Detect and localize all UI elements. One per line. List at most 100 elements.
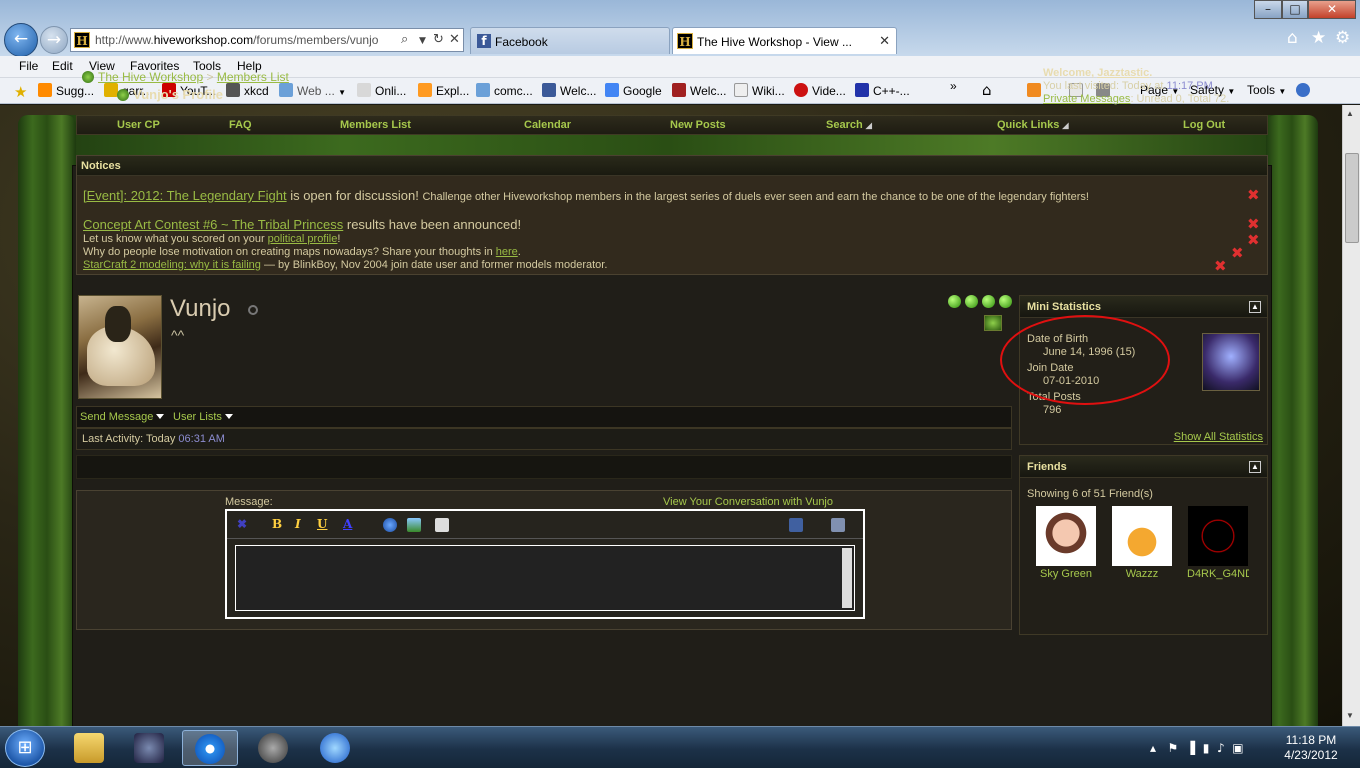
- private-messages-link[interactable]: Private Messages: [1043, 93, 1130, 105]
- favorites-star-icon[interactable]: ★: [1311, 28, 1326, 48]
- tab-hive-workshop[interactable]: H The Hive Workshop - View ... ✕: [672, 27, 897, 54]
- scroll-thumb[interactable]: [1345, 153, 1359, 243]
- taskbar-steam[interactable]: [246, 730, 302, 766]
- stop-icon[interactable]: ✕: [449, 32, 460, 47]
- forward-button[interactable]: →: [40, 26, 68, 54]
- insert-image-icon[interactable]: [407, 518, 421, 532]
- fav-item-cpp[interactable]: C++-...: [855, 83, 910, 98]
- system-clock[interactable]: 11:18 PM 4/23/2012: [1280, 733, 1342, 763]
- fav-item-welc-facebook[interactable]: Welc...: [542, 83, 596, 98]
- font-color-button[interactable]: A: [343, 517, 352, 531]
- dropdown-icon[interactable]: ▼: [419, 36, 426, 46]
- tab-facebook[interactable]: f Facebook: [470, 27, 670, 54]
- taskbar-itunes[interactable]: [308, 730, 364, 766]
- private-messages-status: : Unread 0, Total 72.: [1130, 93, 1230, 105]
- fav-item-comc[interactable]: comc...: [476, 83, 533, 98]
- nav-quick-links[interactable]: Quick Links ◢: [997, 119, 1069, 131]
- dismiss-notice-close-icon[interactable]: ✖: [1214, 257, 1227, 275]
- welcome-label: Welcome,: [1043, 67, 1098, 79]
- help-icon[interactable]: [1296, 83, 1314, 98]
- dismiss-notice-close-icon[interactable]: ✖: [1247, 186, 1260, 204]
- nav-faq[interactable]: FAQ: [229, 119, 252, 131]
- back-button[interactable]: ←: [4, 23, 38, 57]
- home-icon[interactable]: ⌂: [982, 81, 992, 99]
- breadcrumb-members-link[interactable]: Members List: [217, 70, 289, 84]
- nav-user-cp[interactable]: User CP: [117, 119, 160, 131]
- taskbar-warcraft[interactable]: [122, 730, 178, 766]
- user-lists-button[interactable]: User Lists: [173, 411, 233, 423]
- breadcrumb-home-link[interactable]: The Hive Workshop: [98, 70, 203, 84]
- view-conversation-link[interactable]: View Your Conversation with Vunjo: [663, 496, 833, 508]
- italic-button[interactable]: I: [295, 517, 301, 531]
- friend-item[interactable]: D4RK_G4ND4: [1187, 506, 1249, 580]
- switch-editor-icon[interactable]: [831, 518, 845, 532]
- minimize-button[interactable]: –: [1254, 0, 1282, 19]
- quote-icon[interactable]: [435, 518, 449, 532]
- collapse-icon[interactable]: ▲: [1249, 461, 1261, 473]
- collapse-icon[interactable]: ▲: [1249, 301, 1261, 313]
- address-bar[interactable]: H http://www.hiveworkshop.com/forums/mem…: [70, 28, 464, 52]
- maximize-button[interactable]: □: [1282, 0, 1308, 19]
- underline-button[interactable]: U: [317, 517, 327, 531]
- fav-item-google[interactable]: Google: [605, 83, 662, 98]
- address-url[interactable]: http://www.hiveworkshop.com/forums/membe…: [95, 33, 378, 47]
- here-link[interactable]: here: [496, 246, 518, 258]
- rank-icon: [984, 315, 1002, 331]
- fav-item-xkcd[interactable]: xkcd: [226, 83, 269, 98]
- google-icon: [605, 83, 619, 97]
- bold-button[interactable]: B: [272, 517, 282, 531]
- menu-edit[interactable]: Edit: [52, 59, 73, 73]
- system-tray[interactable]: ▴ ⚑ ▐ ▮ ♪ ▣: [1150, 741, 1244, 755]
- friend-item[interactable]: Wazzz: [1111, 506, 1173, 580]
- fav-item-onli[interactable]: Onli...: [357, 83, 406, 98]
- nav-calendar[interactable]: Calendar: [524, 119, 571, 131]
- home-icon[interactable]: ⌂: [1287, 28, 1298, 48]
- notice-event-link[interactable]: [Event]: 2012: The Legendary Fight: [83, 188, 287, 203]
- search-icon[interactable]: ⌕: [401, 32, 408, 47]
- total-posts-value: 796: [1043, 404, 1062, 416]
- starcraft-link[interactable]: StarCraft 2 modeling: why it is failing: [83, 259, 261, 271]
- welcome-user-link[interactable]: Jazztastic: [1097, 67, 1149, 79]
- fav-item-wiki[interactable]: Wiki...: [734, 83, 785, 98]
- close-tab-icon[interactable]: ✕: [879, 33, 890, 49]
- fav-item-web[interactable]: Web ... ▼: [279, 83, 346, 98]
- favorites-star-icon[interactable]: ★: [14, 83, 27, 101]
- notice-motivation: Why do people lose motivation on creatin…: [83, 246, 521, 258]
- window-close-button[interactable]: ✕: [1308, 0, 1356, 19]
- textarea-scrollbar[interactable]: [842, 548, 852, 608]
- profile-user-title: ^^: [171, 327, 185, 343]
- refresh-icon[interactable]: ↻: [433, 32, 444, 47]
- notice-contest-link[interactable]: Concept Art Contest #6 ~ The Tribal Prin…: [83, 217, 343, 232]
- dismiss-notice-close-icon[interactable]: ✖: [1231, 244, 1244, 262]
- favorites-overflow-icon[interactable]: »: [950, 79, 957, 93]
- dismiss-notice-close-icon[interactable]: ✖: [1247, 231, 1260, 249]
- fav-item-sugg[interactable]: Sugg...: [38, 83, 94, 98]
- nav-new-posts[interactable]: New Posts: [670, 119, 726, 131]
- spellcheck-icon[interactable]: [789, 518, 803, 532]
- nav-members-list[interactable]: Members List: [340, 119, 411, 131]
- settings-gear-icon[interactable]: ⚙: [1335, 28, 1350, 48]
- political-profile-link[interactable]: political profile: [268, 233, 338, 245]
- show-all-statistics-link[interactable]: Show All Statistics: [1174, 431, 1263, 443]
- send-message-button[interactable]: Send Message: [80, 411, 165, 423]
- taskbar-internet-explorer[interactable]: [182, 730, 238, 766]
- insert-link-icon[interactable]: [383, 518, 397, 532]
- hive-favicon-icon: H: [677, 33, 693, 49]
- taskbar-explorer[interactable]: [62, 730, 118, 766]
- fav-item-welc[interactable]: Welc...: [672, 83, 726, 98]
- scroll-up-icon[interactable]: ▲: [1346, 109, 1354, 118]
- warcraft-icon: [134, 733, 164, 763]
- menu-file[interactable]: File: [19, 59, 38, 73]
- ie-page-icon: [279, 83, 293, 97]
- page-scrollbar[interactable]: ▲ ▼: [1342, 105, 1360, 726]
- start-button[interactable]: ⊞: [5, 729, 45, 767]
- quick-message-area: Message: View Your Conversation with Vun…: [76, 490, 1012, 630]
- message-textarea[interactable]: [235, 545, 855, 611]
- fav-item-vide[interactable]: Vide...: [794, 83, 846, 98]
- remove-format-icon[interactable]: ✖: [237, 517, 247, 531]
- scroll-down-icon[interactable]: ▼: [1346, 711, 1354, 720]
- fav-item-expl[interactable]: Expl...: [418, 83, 469, 98]
- nav-search[interactable]: Search ◢: [826, 119, 872, 131]
- nav-log-out[interactable]: Log Out: [1183, 119, 1225, 131]
- friend-item[interactable]: Sky Green: [1035, 506, 1097, 580]
